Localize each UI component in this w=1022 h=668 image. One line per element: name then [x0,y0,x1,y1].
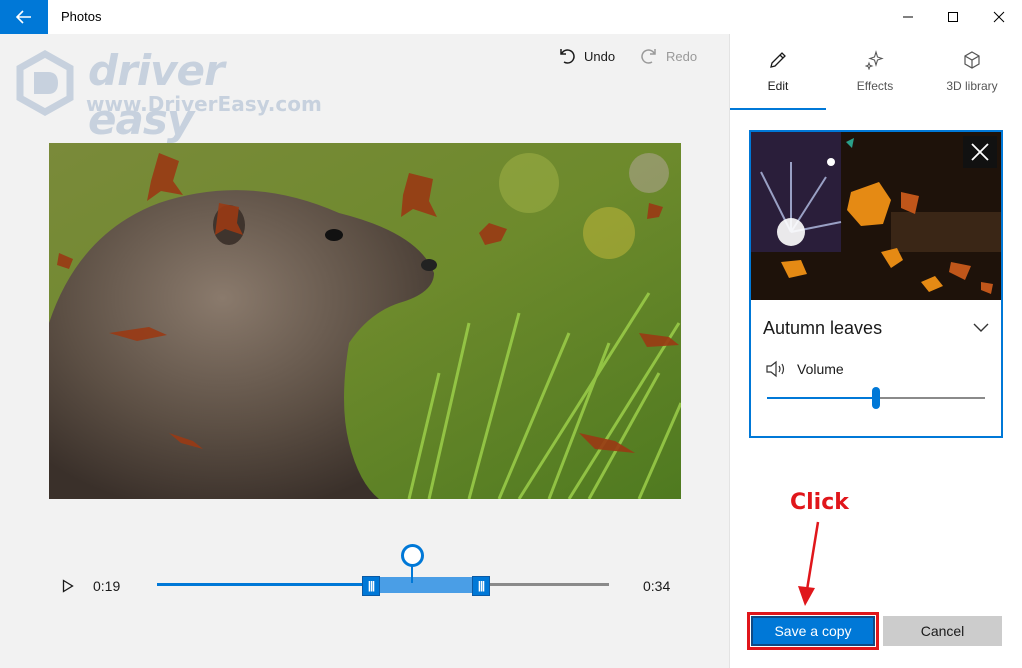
tab-3d-library-label: 3D library [946,79,998,93]
current-time: 0:19 [93,578,121,594]
back-button[interactable] [0,0,48,34]
undo-icon [560,49,575,64]
trim-start-handle[interactable]: ||| [362,576,380,596]
side-panel: Edit Effects 3D library Autumn leaves Vo… [729,34,1022,668]
playhead-stem [411,565,413,583]
effect-name: Autumn leaves [763,318,883,338]
video-preview[interactable] [49,143,681,499]
effect-dropdown-button[interactable] [971,318,991,338]
pencil-icon [770,52,786,68]
active-tab-indicator [730,108,826,110]
minimize-icon [903,16,913,18]
annotation-arrow-icon [798,521,820,606]
effect-thumbnail [751,132,1001,300]
tab-effects[interactable]: Effects [827,47,923,107]
close-icon [971,143,989,161]
trim-end-handle[interactable]: ||| [472,576,490,596]
save-a-copy-button[interactable]: Save a copy [751,616,875,646]
maximize-button[interactable] [930,0,976,34]
video-frame-image [49,143,681,499]
tab-edit[interactable]: Edit [730,47,826,107]
timeline-played [157,583,371,586]
chevron-down-icon [973,323,989,332]
redo-icon [641,49,656,64]
trim-range [371,577,481,593]
back-arrow-icon [16,10,31,24]
end-time: 0:34 [643,578,671,594]
volume-label: Volume [797,361,844,377]
watermark-url: www.DriverEasy.com [86,92,322,116]
undo-button[interactable]: Undo [558,44,615,68]
redo-button[interactable]: Redo [640,44,697,68]
tab-edit-label: Edit [767,79,789,93]
click-annotation: Click [790,490,849,515]
maximize-icon [948,12,958,22]
title-bar: Photos [0,0,1022,34]
volume-slider-fill [767,397,876,399]
app-title: Photos [61,9,102,24]
playhead-handle[interactable] [401,544,424,567]
effect-card: Autumn leaves Volume [749,130,1003,438]
redo-label: Redo [666,48,698,64]
play-icon [62,579,74,593]
volume-icon [766,360,785,378]
close-icon [993,11,1005,23]
remove-effect-button[interactable] [963,136,997,168]
sparkle-icon [865,50,884,70]
tab-effects-label: Effects [856,79,894,93]
undo-label: Undo [584,48,616,64]
watermark: driver easy www.DriverEasy.com [12,46,322,144]
play-button[interactable] [60,576,76,596]
driver-easy-logo-icon [16,50,74,116]
minimize-button[interactable] [885,0,931,34]
close-button[interactable] [976,0,1022,34]
volume-slider-thumb[interactable] [872,387,880,409]
cancel-button[interactable]: Cancel [883,616,1002,646]
cube-icon [964,51,980,69]
tab-3d-library[interactable]: 3D library [924,47,1020,107]
